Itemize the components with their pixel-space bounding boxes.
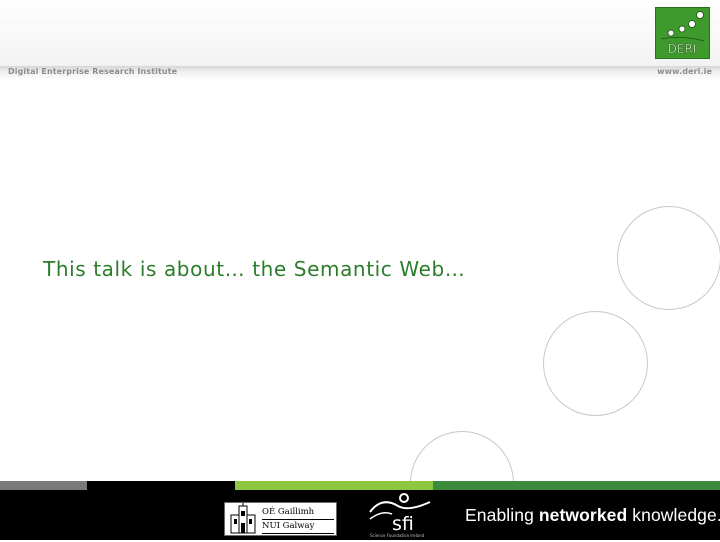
footer-tagline: Enabling networked knowledge.: [465, 505, 720, 526]
deri-logo-icon: DERI: [660, 11, 705, 56]
stripe-green: [433, 481, 720, 490]
decorative-circle: [617, 206, 720, 310]
deri-logo: DERI: [655, 7, 710, 59]
decorative-circle: [543, 311, 648, 416]
sfi-logo: sfi Science Foundation Ireland: [368, 492, 438, 538]
stripe-black: [87, 481, 235, 490]
footer-color-stripes: [0, 481, 720, 490]
stripe-lime: [235, 481, 433, 490]
sfi-text: sfi: [392, 513, 414, 535]
tagline-bold: networked: [538, 505, 628, 525]
nuig-line-2: NUI Galway: [262, 520, 334, 534]
nuig-line-1: OÉ Gaillimh: [262, 506, 334, 520]
sfi-subtext: Science Foundation Ireland: [370, 533, 425, 538]
sfi-logo-icon: sfi Science Foundation Ireland: [369, 493, 431, 538]
institute-name: Digital Enterprise Research Institute: [8, 67, 178, 76]
nuig-quadrangle-icon: [230, 503, 256, 534]
slide-main-text: This talk is about… the Semantic Web…: [43, 257, 466, 281]
stripe-gray: [0, 481, 87, 490]
website-link[interactable]: www.deri.ie: [657, 67, 712, 76]
nuig-logo: OÉ Gaillimh NUI Galway: [224, 502, 337, 536]
tagline-part-2: knowledge.: [627, 505, 720, 525]
nuig-text: OÉ Gaillimh NUI Galway: [262, 506, 334, 534]
tagline-part-1: Enabling: [465, 505, 539, 525]
header-band: [0, 0, 720, 66]
deri-logo-text: DERI: [668, 42, 697, 56]
